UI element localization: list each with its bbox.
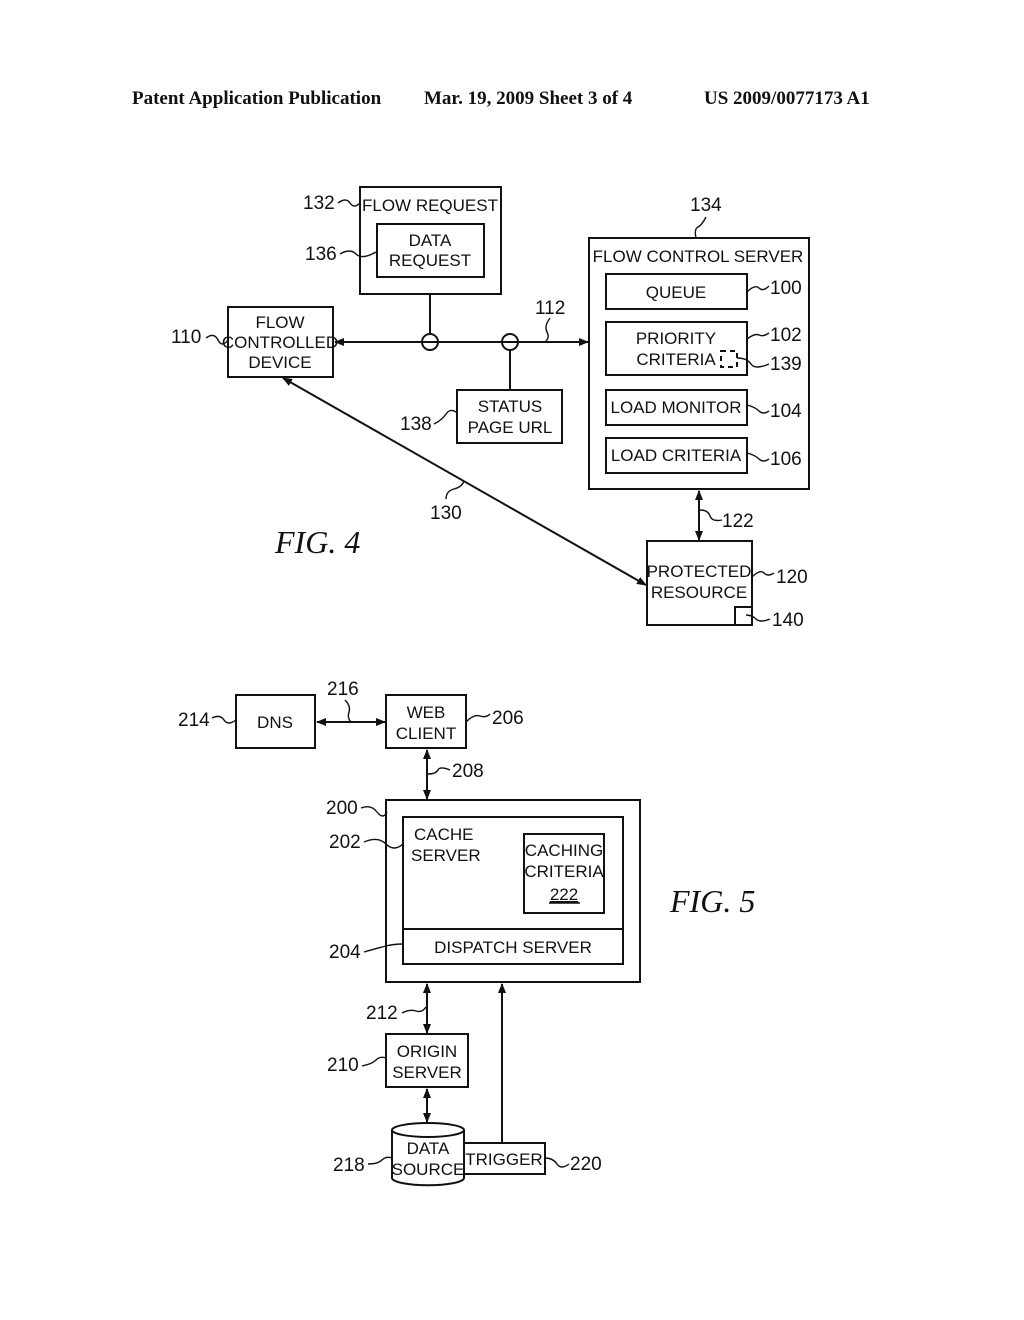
flow-request-box: FLOW REQUEST DATA REQUEST — [359, 186, 502, 295]
web-client-label-2: CLIENT — [396, 724, 456, 743]
fcd-label-3: DEVICE — [248, 353, 311, 372]
ref-202: 202 — [329, 832, 361, 853]
ref-110: 110 — [171, 327, 201, 348]
flow-controlled-device-box: FLOW CONTROLLED DEVICE — [222, 306, 338, 378]
ref-218: 218 — [333, 1155, 365, 1176]
data-source-cylinder: DATA SOURCE — [391, 1122, 465, 1187]
status-url-label-2: PAGE URL — [468, 418, 553, 437]
caching-criteria-label-2: CRITERIA — [524, 862, 604, 881]
dns-box: DNS — [235, 694, 316, 749]
ref-139: 139 — [770, 354, 802, 375]
leader-132 — [337, 199, 361, 207]
ref-212: 212 — [366, 1003, 398, 1024]
ref-120: 120 — [776, 567, 808, 588]
ref-122: 122 — [722, 511, 754, 532]
ref-102: 102 — [770, 325, 802, 346]
protected-label-1: PROTECTED — [647, 562, 752, 581]
ref-130: 130 — [430, 503, 462, 524]
ref-206: 206 — [492, 708, 524, 729]
priority-label-2: CRITERIA — [636, 350, 716, 369]
protected-resource-box: PROTECTED RESOURCE — [646, 540, 753, 626]
dispatch-server-label: DISPATCH SERVER — [434, 938, 592, 957]
ref-140: 140 — [772, 610, 804, 631]
origin-server-label-1: ORIGIN — [397, 1042, 457, 1061]
ref-132: 132 — [303, 193, 335, 214]
dns-label: DNS — [257, 713, 293, 732]
data-source-label-1: DATA — [407, 1139, 450, 1158]
ref-100: 100 — [770, 278, 802, 299]
ref-210: 210 — [327, 1055, 359, 1076]
cache-server-label-1: CACHE — [414, 825, 474, 844]
queue-label: QUEUE — [646, 283, 706, 302]
cache-server-label-2: SERVER — [411, 846, 481, 865]
status-page-url-box: STATUS PAGE URL — [456, 389, 563, 444]
ref-138: 138 — [400, 414, 432, 435]
ref-134: 134 — [690, 195, 722, 216]
ref-220: 220 — [570, 1154, 602, 1175]
fig-4-caption: FIG. 4 — [274, 524, 360, 560]
data-source-label-2: SOURCE — [392, 1160, 465, 1179]
fcd-label-1: FLOW — [255, 313, 304, 332]
status-url-label-1: STATUS — [478, 397, 543, 416]
load-monitor-label: LOAD MONITOR — [611, 398, 742, 417]
caching-criteria-ref: 222 — [550, 885, 578, 904]
leader-112 — [544, 317, 551, 343]
ref-104: 104 — [770, 401, 802, 422]
leader-138 — [433, 409, 457, 425]
leader-134 — [694, 216, 707, 239]
fig-5-caption: FIG. 5 — [669, 883, 755, 919]
ref-208: 208 — [452, 761, 484, 782]
caching-criteria-label-1: CACHING — [525, 841, 603, 860]
trigger-label: TRIGGER — [465, 1150, 542, 1169]
origin-server-box: ORIGIN SERVER — [385, 1033, 469, 1088]
data-request-label-2: REQUEST — [389, 251, 471, 270]
patent-figures: FLOW REQUEST DATA REQUEST 132 136 FLOW C… — [171, 186, 810, 1187]
load-criteria-label: LOAD CRITERIA — [611, 446, 742, 465]
fcd-label-2: CONTROLLED — [222, 333, 338, 352]
figure-5: DNS 214 216 WEB CLIENT 206 208 200 CACHE… — [178, 679, 755, 1187]
web-client-box: WEB CLIENT — [385, 694, 467, 749]
figure-4: FLOW REQUEST DATA REQUEST 132 136 FLOW C… — [171, 186, 810, 631]
caching-criteria-box: CACHING CRITERIA 222 — [523, 833, 605, 914]
fcs-title: FLOW CONTROL SERVER — [593, 247, 804, 266]
data-request-label-1: DATA — [409, 231, 452, 250]
web-client-label-1: WEB — [407, 703, 446, 722]
ref-214: 214 — [178, 710, 210, 731]
origin-server-label-2: SERVER — [392, 1063, 462, 1082]
ref-216: 216 — [327, 679, 359, 700]
ref-112: 112 — [535, 298, 565, 319]
protected-label-2: RESOURCE — [651, 583, 747, 602]
trigger-box: TRIGGER — [463, 1142, 546, 1175]
ref-204: 204 — [329, 942, 361, 963]
ref-136: 136 — [305, 244, 337, 265]
ref-200: 200 — [326, 798, 358, 819]
ref-106: 106 — [770, 449, 802, 470]
priority-label-1: PRIORITY — [636, 329, 716, 348]
flow-request-label: FLOW REQUEST — [362, 196, 498, 215]
